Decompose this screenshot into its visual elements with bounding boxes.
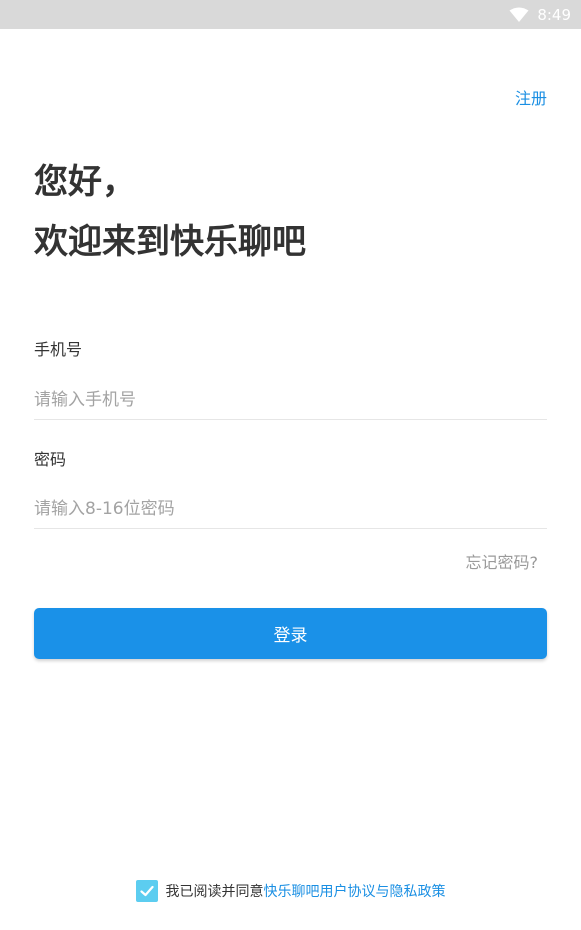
greeting-heading: 您好， 欢迎来到快乐聊吧: [34, 152, 306, 272]
status-bar: 8:49: [0, 0, 581, 29]
login-screen: 8:49 注册 您好， 欢迎来到快乐聊吧 手机号 密码 忘记密码? 登录 我已阅…: [0, 0, 581, 930]
phone-label: 手机号: [34, 340, 83, 359]
agreement-checkbox[interactable]: [135, 880, 158, 902]
agreement-prefix: 我已阅读并同意: [165, 884, 264, 900]
greeting-line-1: 您好，: [34, 162, 136, 202]
checkmark-icon: [139, 885, 154, 897]
forgot-password-link[interactable]: 忘记密码?: [466, 552, 539, 574]
password-input[interactable]: [34, 489, 547, 529]
phone-input[interactable]: [34, 380, 547, 420]
login-button[interactable]: 登录: [34, 608, 547, 659]
register-link[interactable]: 注册: [515, 88, 547, 110]
status-time: 8:49: [537, 5, 571, 24]
password-label: 密码: [34, 450, 67, 469]
wifi-icon: [509, 7, 529, 23]
status-indicators: 8:49: [509, 0, 571, 29]
agreement-policy-link[interactable]: 快乐聊吧用户协议与隐私政策: [264, 881, 446, 901]
agreement-row: 我已阅读并同意 快乐聊吧用户协议与隐私政策: [0, 879, 581, 903]
greeting-line-2: 欢迎来到快乐聊吧: [34, 222, 306, 262]
